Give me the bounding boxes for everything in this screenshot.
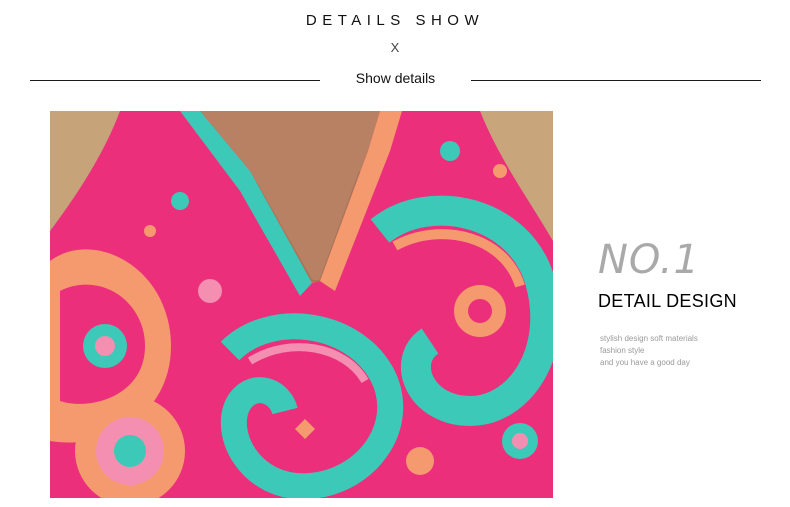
description-line: fashion style [600, 346, 645, 355]
page-title: DETAILS SHOW [305, 12, 485, 29]
section-subtitle: Show details [355, 70, 436, 86]
description-line: stylish design soft materials [600, 334, 698, 343]
description-line: and you have a good day [600, 358, 690, 367]
close-icon[interactable]: X [0, 40, 790, 55]
product-detail-image [50, 111, 553, 498]
divider-right [471, 80, 761, 81]
feature-description: stylish design soft materials fashion st… [600, 333, 698, 369]
paisley-neckline-illustration [50, 111, 553, 498]
feature-heading: DETAIL DESIGN [598, 291, 737, 311]
feature-number: NO.1 [598, 237, 700, 283]
divider-left [30, 80, 320, 81]
